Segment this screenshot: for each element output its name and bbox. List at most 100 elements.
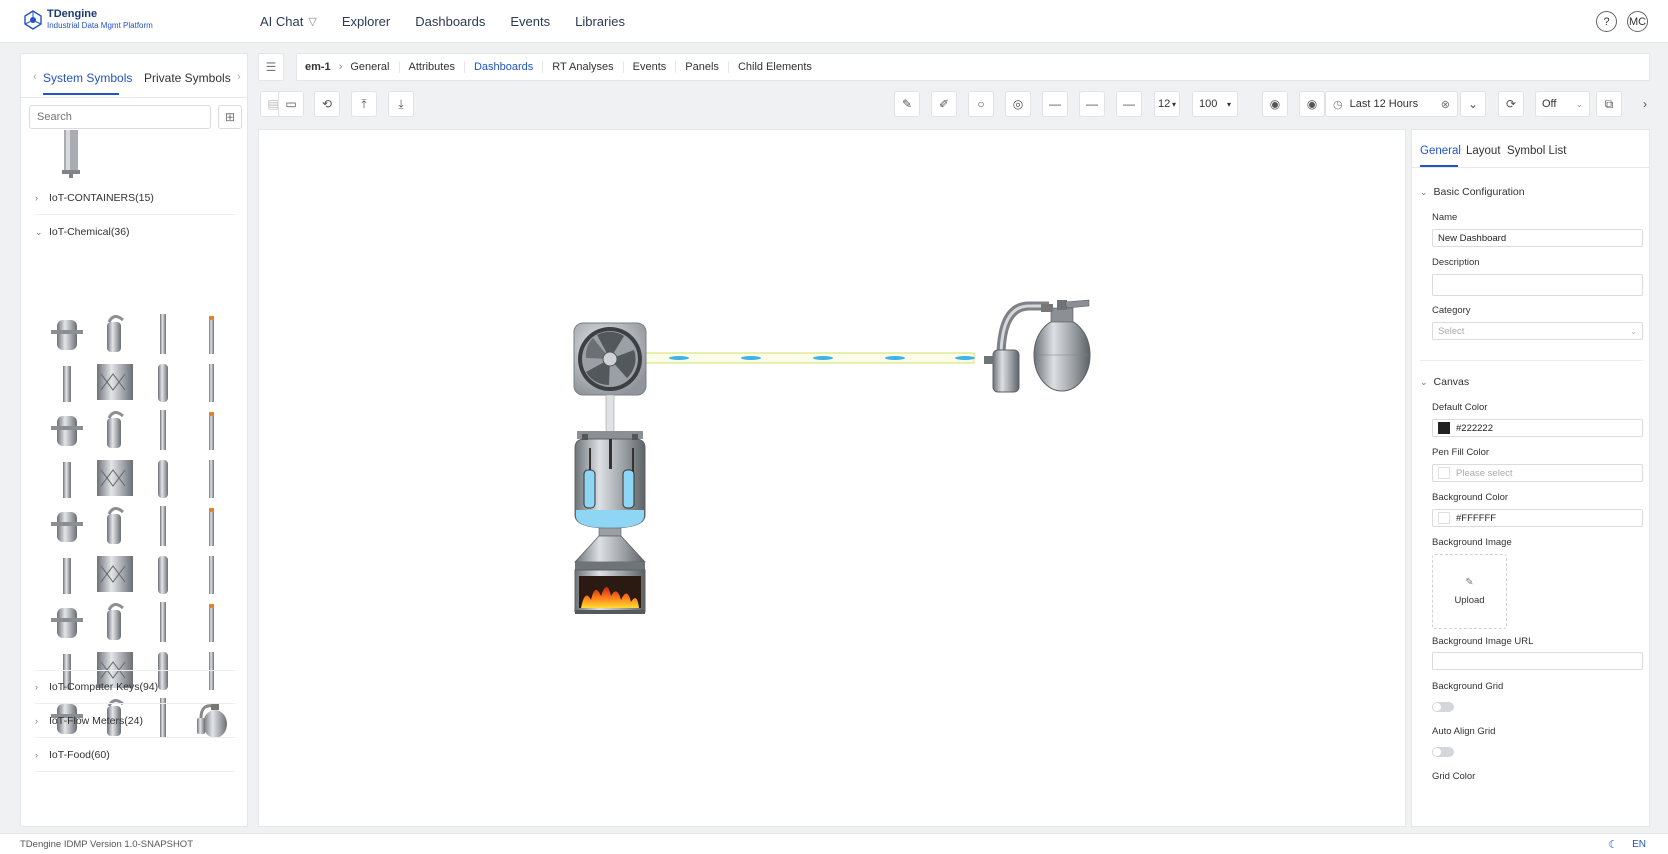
chevron-right-icon[interactable]: › [1632,91,1658,117]
location-pin-icon[interactable]: ◎ [1005,91,1031,117]
symbol-thumbnail[interactable] [141,552,185,598]
line-end-button[interactable]: — [1116,91,1142,117]
furnace-symbol[interactable] [574,527,646,614]
fan-symbol[interactable] [573,322,647,396]
symbol-thumbnail[interactable] [45,360,89,406]
category-select[interactable]: Select ⌄ [1432,322,1643,340]
symbol-thumbnail[interactable] [93,504,137,550]
symbol-thumbnail[interactable] [141,312,185,358]
group-iot-chemical[interactable]: ⌄ IoT-Chemical(36) [35,215,235,249]
folder-icon[interactable]: ⧉ [1596,91,1622,117]
symbol-thumbnail[interactable] [93,408,137,454]
time-range-picker[interactable]: ◷ Last 12 Hours ⊗ [1325,91,1458,117]
symbol-thumbnail[interactable] [141,408,185,454]
font-size-select[interactable]: 12 ▾ [1154,91,1180,117]
symbol-thumbnail[interactable] [93,600,137,646]
auto-align-grid-toggle[interactable] [1432,747,1454,757]
symbol-thumbnail[interactable] [93,456,137,502]
tab-config-symbol-list[interactable]: Symbol List [1507,145,1566,157]
nav-ai-chat[interactable]: AI Chat ▽ [260,14,317,29]
pencil-icon[interactable]: ✐ [931,91,957,117]
section-basic-configuration[interactable]: ⌄ Basic Configuration [1420,186,1525,198]
sidebar-toggle-icon[interactable]: ☰ [258,53,284,81]
dashboard-canvas[interactable] [258,129,1406,827]
record-icon[interactable]: ◉ [1262,91,1288,117]
nav-libraries[interactable]: Libraries [575,14,625,29]
symbol-thumbnail[interactable] [45,312,89,358]
symbol-thumbnail[interactable] [93,360,137,406]
dark-mode-icon[interactable]: ☾ [1608,838,1618,851]
group-iot-containers[interactable]: › IoT-CONTAINERS(15) [35,181,235,215]
tab-rt-analyses[interactable]: RT Analyses [543,61,624,73]
reactor-symbol[interactable] [574,431,646,529]
tab-dashboards[interactable]: Dashboards [465,61,544,73]
tab-attributes[interactable]: Attributes [400,61,465,73]
target-icon[interactable]: ◉ [1299,91,1325,117]
flow-pipe[interactable] [633,352,975,364]
grid-view-icon[interactable]: ⊞ [218,105,242,129]
breadcrumb-root[interactable]: em-1 [305,61,331,73]
tab-child-elements[interactable]: Child Elements [729,61,821,73]
tab-config-layout[interactable]: Layout [1466,145,1501,157]
group-iot-food[interactable]: › IoT-Food(60) [35,738,235,772]
upload-icon[interactable]: ⤒ [351,91,377,117]
tab-system-symbols[interactable]: System Symbols [43,71,132,85]
symbol-thumbnail[interactable] [93,552,137,598]
symbol-thumbnail[interactable] [141,360,185,406]
symbol-thumbnail[interactable] [189,504,233,550]
symbol-thumbnail[interactable] [189,552,233,598]
group-iot-flow-meters[interactable]: › IoT-Flow Meters(24) [35,704,235,738]
symbol-thumbnail[interactable] [45,408,89,454]
symbol-thumbnail[interactable] [45,504,89,550]
pen-icon[interactable]: ✎ [894,91,920,117]
tab-private-symbols[interactable]: Private Symbols [144,71,231,85]
download-icon[interactable]: ⤓ [388,91,414,117]
chevron-right-icon[interactable]: › [237,71,241,83]
tab-panels[interactable]: Panels [676,61,729,73]
symbol-thumbnail[interactable] [93,312,137,358]
symbol-thumbnail[interactable] [189,600,233,646]
zoom-select[interactable]: 100 ▾ [1192,91,1238,117]
symbol-thumbnail[interactable] [189,360,233,406]
partial-tank-symbol[interactable] [59,130,83,178]
symbol-thumbnail[interactable] [45,600,89,646]
description-textarea[interactable] [1432,274,1643,296]
language-switch[interactable]: EN [1632,839,1646,850]
pen-fill-color-picker[interactable]: Please select [1432,464,1643,482]
symbol-thumbnail[interactable] [141,600,185,646]
search-icon[interactable]: ○ [968,91,994,117]
user-avatar[interactable]: MC [1627,11,1648,32]
background-grid-toggle[interactable] [1432,702,1454,712]
help-button[interactable]: ? [1596,11,1617,32]
name-input[interactable]: New Dashboard [1432,229,1643,247]
background-image-upload[interactable]: ✎ Upload [1432,554,1507,629]
refresh-icon[interactable]: ⟳ [1498,91,1524,117]
nav-explorer[interactable]: Explorer [342,14,390,29]
pressure-tank-symbol[interactable] [984,299,1091,393]
background-image-url-input[interactable] [1432,652,1643,670]
save-icon[interactable]: ▭ [278,91,304,117]
symbol-thumbnail[interactable] [45,552,89,598]
symbol-thumbnail[interactable] [189,456,233,502]
symbol-thumbnail[interactable] [45,456,89,502]
section-canvas[interactable]: ⌄ Canvas [1420,376,1469,388]
chevron-left-icon[interactable]: ‹ [33,71,37,83]
tab-general[interactable]: General [350,61,400,73]
line-style-button[interactable]: — [1042,91,1068,117]
chevron-down-icon[interactable]: ⌄ [1460,91,1486,117]
symbol-thumbnail[interactable] [189,312,233,358]
logo[interactable]: TDengine Industrial Data Mgmt Platform [22,9,153,31]
group-iot-computer-keys[interactable]: › IoT-Computer Keys(94) [35,670,235,704]
clear-icon[interactable]: ⊗ [1441,98,1450,111]
symbol-thumbnail[interactable] [189,408,233,454]
line-dash-button[interactable]: — [1079,91,1105,117]
background-color-picker[interactable]: #FFFFFF [1432,509,1643,527]
default-color-picker[interactable]: #222222 [1432,419,1643,437]
refresh-canvas-icon[interactable]: ⟲ [314,91,340,117]
symbol-thumbnail[interactable] [141,504,185,550]
nav-dashboards[interactable]: Dashboards [415,14,485,29]
tab-config-general[interactable]: General [1420,145,1461,157]
nav-events[interactable]: Events [510,14,550,29]
symbol-thumbnail[interactable] [141,456,185,502]
tab-events[interactable]: Events [624,61,677,73]
